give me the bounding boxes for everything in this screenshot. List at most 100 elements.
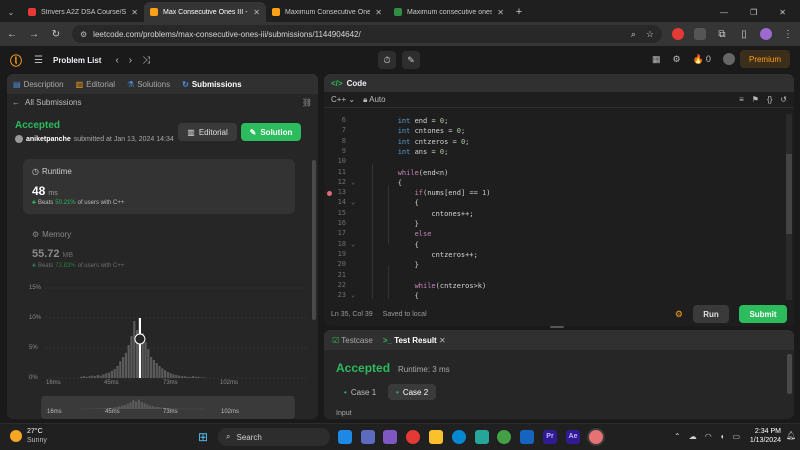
code-editor[interactable]: 6 int end = 0; 7 int cntones = 0; 8 int cn… [324, 114, 794, 300]
histogram-bar[interactable] [85, 376, 88, 378]
code-scrollbar-thumb[interactable] [786, 154, 792, 234]
maximize-icon[interactable]: ❐ [750, 8, 757, 17]
battery-icon[interactable]: ▭ [733, 432, 741, 441]
close-tab-icon[interactable]: ✕ [439, 336, 446, 345]
problem-list-link[interactable]: Problem List [53, 56, 101, 65]
sun-weather-icon[interactable] [10, 430, 22, 442]
case-1-tab[interactable]: • Case 1 [336, 384, 384, 400]
histogram-bar[interactable] [175, 375, 178, 378]
minimize-icon[interactable]: — [720, 8, 728, 17]
panel-resize-handle[interactable] [550, 326, 564, 328]
fold-chevron-icon[interactable]: ⌄ [351, 240, 359, 248]
run-button[interactable]: Run [693, 305, 729, 323]
back-icon[interactable]: ← [6, 29, 18, 40]
histogram-bar[interactable] [161, 368, 164, 378]
extension-opera-icon[interactable] [672, 28, 684, 40]
histogram-bar[interactable] [172, 374, 175, 378]
braces-icon[interactable]: {} [767, 95, 772, 104]
range-selector[interactable]: 16ms 45ms 73ms 102ms [41, 396, 295, 419]
histogram-bar[interactable] [133, 321, 136, 378]
histogram-bar[interactable] [102, 374, 105, 378]
share-link-icon[interactable]: ⛓ [302, 98, 312, 107]
histogram-bar[interactable] [130, 336, 133, 378]
tab-test-result[interactable]: >_ Test Result ✕ [383, 336, 446, 345]
runtime-distribution-chart[interactable]: 15% 10% 5% 0% 16ms 45ms 73ms 102ms 16ms … [7, 279, 318, 419]
notification-app-icon[interactable] [406, 430, 420, 444]
histogram-bar[interactable] [147, 349, 150, 378]
file-explorer-icon[interactable] [429, 430, 443, 444]
bookmark-star-icon[interactable]: ☆ [646, 29, 654, 40]
reset-icon[interactable]: ↺ [780, 95, 787, 104]
histogram-bar[interactable] [164, 370, 167, 378]
clock-time[interactable]: 2:34 PM [747, 428, 781, 435]
histogram-bar[interactable] [88, 376, 91, 378]
teams-icon[interactable] [383, 430, 397, 444]
histogram-bar[interactable] [197, 376, 200, 378]
tab-search-icon[interactable]: ⌄ [0, 2, 22, 22]
browser-tab-striver[interactable]: Strivers A2Z DSA Course/Sheet ✕ [22, 2, 144, 22]
histogram-bar[interactable] [152, 360, 155, 378]
histogram-bar[interactable] [105, 373, 108, 378]
fold-chevron-icon[interactable]: ⌄ [351, 198, 359, 206]
histogram-bar[interactable] [119, 361, 122, 378]
close-tab-icon[interactable]: ✕ [131, 8, 138, 17]
current-submission-marker[interactable] [134, 333, 146, 345]
edge-icon[interactable] [452, 430, 466, 444]
format-icon[interactable]: ≡ [739, 95, 744, 104]
extension-icon[interactable] [694, 28, 706, 40]
close-tab-icon[interactable]: ✕ [375, 8, 382, 17]
windows-start-icon[interactable]: ⊞ [198, 430, 212, 444]
submitter-username[interactable]: aniketpanche [26, 136, 71, 143]
sidebar-icon[interactable]: ▯ [738, 29, 750, 40]
breakpoint-dot[interactable] [327, 190, 332, 196]
new-tab-button[interactable]: + [510, 2, 528, 22]
histogram-bar[interactable] [116, 366, 119, 378]
zoom-icon[interactable]: ⌕ [631, 29, 636, 40]
case-2-tab[interactable]: • Case 2 [388, 384, 437, 400]
notifications-icon[interactable]: 🔔︎ [786, 431, 796, 440]
histogram-bar[interactable] [200, 377, 203, 378]
histogram-bar[interactable] [169, 373, 172, 378]
extensions-puzzle-icon[interactable]: ⧉ [716, 29, 728, 40]
chrome-icon[interactable] [497, 430, 511, 444]
premiere-pro-icon[interactable]: Pr [543, 430, 557, 444]
histogram-bar[interactable] [108, 372, 111, 378]
editorial-button[interactable]: ▥ Editorial [178, 123, 237, 141]
memory-header[interactable]: ⚙ Memory [32, 230, 71, 239]
histogram-bar[interactable] [127, 345, 130, 378]
volume-icon[interactable]: ◖ [720, 432, 725, 441]
taskbar-search[interactable]: ⌕ Search [218, 428, 330, 446]
after-effects-icon[interactable]: Ae [566, 430, 580, 444]
histogram-bar[interactable] [122, 357, 125, 378]
settings-gear-icon[interactable]: ⚙ [673, 54, 681, 65]
opera-gx-icon[interactable] [589, 430, 603, 444]
layout-grid-icon[interactable]: ▦ [652, 54, 661, 65]
browser-tab-max-consecutive-ones-iii[interactable]: Max Consecutive Ones III - Leet ✕ [144, 2, 266, 22]
tab-testcase[interactable]: ☑ Testcase [332, 336, 373, 345]
address-bar[interactable]: ⚙ leetcode.com/problems/max-consecutive-… [72, 25, 662, 43]
histogram-bar[interactable] [99, 375, 102, 378]
solution-button[interactable]: ✎ Solution [241, 123, 301, 141]
histogram-bar[interactable] [110, 370, 113, 378]
histogram-bar[interactable] [203, 377, 206, 378]
wifi-icon[interactable]: ◠ [705, 432, 712, 441]
shuffle-icon[interactable]: ⤨ [142, 55, 150, 66]
prev-problem-icon[interactable]: ‹ [115, 55, 118, 66]
histogram-bar[interactable] [189, 376, 192, 378]
histogram-bar[interactable] [150, 357, 153, 378]
reload-icon[interactable]: ↻ [50, 29, 62, 40]
histogram-bar[interactable] [96, 375, 99, 378]
histogram-bar[interactable] [94, 376, 97, 378]
tab-editorial[interactable]: ▥ Editorial [76, 80, 115, 89]
code-scrollbar-track[interactable] [786, 114, 792, 300]
close-tab-icon[interactable]: ✕ [253, 8, 260, 17]
histogram-bar[interactable] [82, 376, 85, 378]
notes-icon[interactable]: ✎ [402, 51, 420, 69]
histogram-bar[interactable] [180, 376, 183, 378]
histogram-bar[interactable] [144, 342, 147, 378]
left-scrollbar[interactable] [312, 160, 316, 320]
debug-icon[interactable]: ⚙ [675, 309, 683, 320]
language-select[interactable]: C++ ⌄ [331, 95, 355, 104]
timer-icon[interactable]: ⏱ [378, 51, 396, 69]
tab-description[interactable]: ▤ Description [13, 80, 64, 89]
